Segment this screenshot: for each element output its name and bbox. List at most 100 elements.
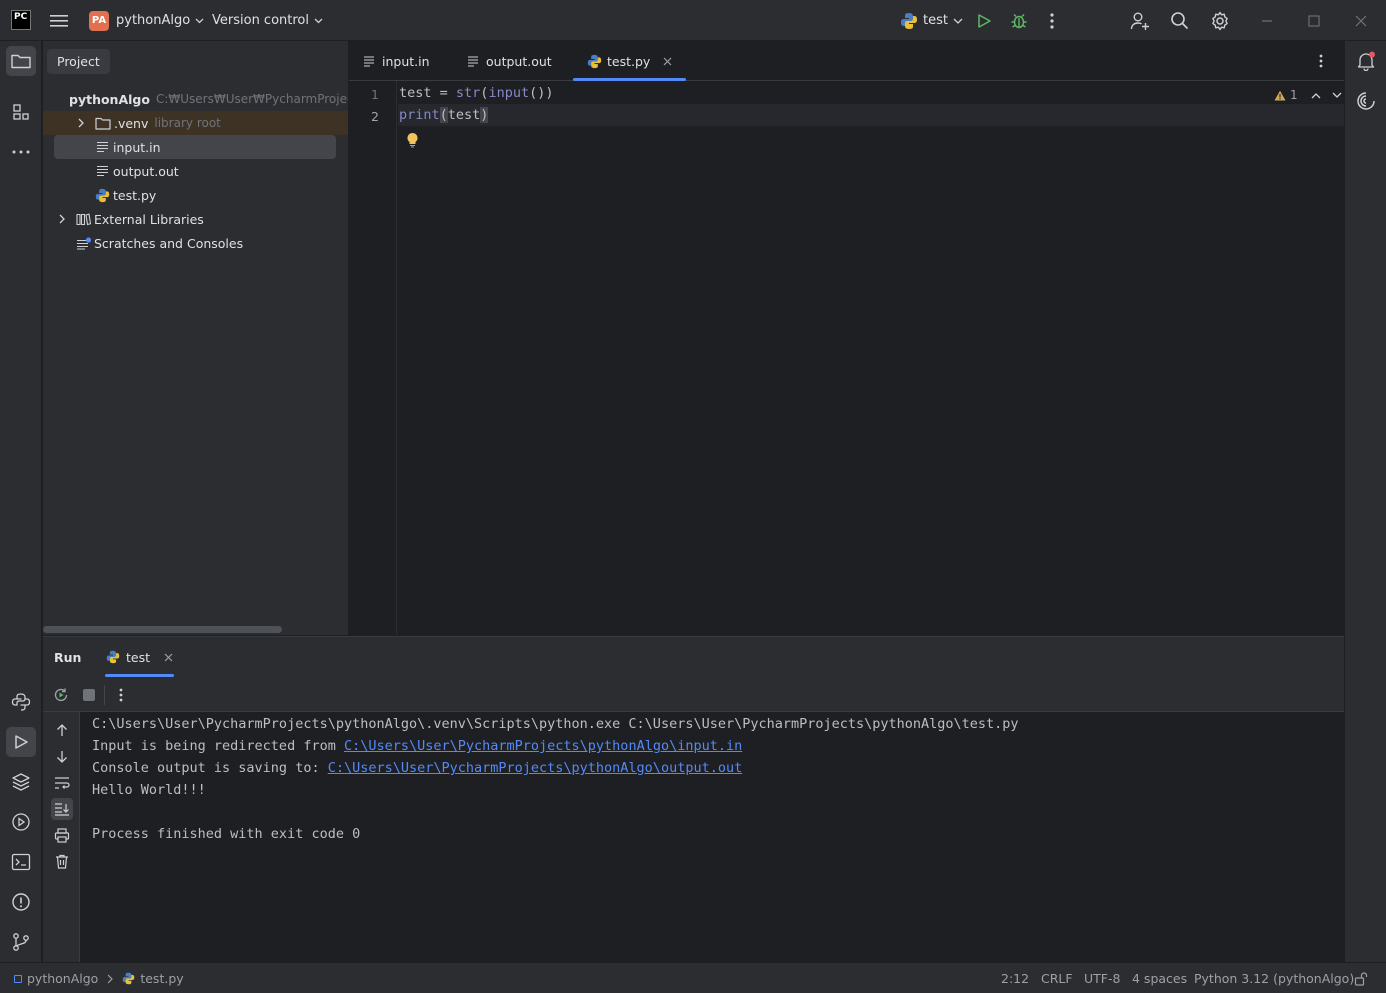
tree-item-output-out[interactable]: output.out — [43, 159, 348, 183]
tree-item-scratches[interactable]: Scratches and Consoles — [43, 231, 348, 255]
scroll-to-end-button[interactable] — [51, 798, 73, 820]
close-tab-icon[interactable] — [663, 57, 672, 66]
run-tab-label: test — [125, 649, 150, 665]
version-control-menu[interactable]: Version control — [212, 0, 323, 41]
chevron-down-icon — [195, 18, 204, 23]
services-tool-button[interactable] — [6, 807, 36, 837]
maximize-button[interactable] — [1308, 0, 1320, 41]
maximize-icon — [1308, 14, 1320, 27]
run-button[interactable] — [976, 0, 992, 41]
code-editor[interactable]: test = str(input()) print(test) 1 — [398, 81, 1344, 635]
tree-item-label: pythonAlgo — [69, 91, 150, 107]
tree-item-input-in[interactable]: input.in — [43, 135, 348, 159]
search-icon — [1171, 12, 1189, 30]
run-more-button[interactable] — [119, 688, 123, 702]
project-switcher[interactable]: PA pythonAlgo — [89, 0, 204, 41]
close-tab-icon[interactable] — [164, 653, 173, 662]
python-packages-button[interactable] — [6, 687, 36, 717]
problems-tool-button[interactable] — [6, 887, 36, 917]
minimize-button[interactable] — [1261, 0, 1273, 41]
read-only-toggle[interactable] — [1354, 963, 1368, 993]
run-header: Run test — [43, 637, 1344, 677]
tree-item-label: input.in — [113, 139, 161, 155]
next-highlight-icon[interactable] — [1332, 92, 1342, 99]
code-with-me-button[interactable] — [1130, 0, 1150, 41]
code-line-2: print(test) — [398, 104, 1344, 126]
tab-input-in[interactable]: input.in — [363, 41, 430, 81]
tree-item-test-py[interactable]: test.py — [43, 183, 348, 207]
python-file-icon — [95, 188, 110, 202]
python-interpreter[interactable]: Python 3.12 (pythonAlgo) — [1194, 963, 1354, 993]
caret-position[interactable]: 2:12 — [1001, 963, 1029, 993]
tab-options-button[interactable] — [1319, 41, 1323, 81]
line-separator[interactable]: CRLF — [1041, 963, 1073, 993]
notifications-button[interactable] — [1351, 46, 1381, 76]
git-tool-button[interactable] — [6, 927, 36, 957]
tree-item-pythonalgo[interactable]: pythonAlgo C:₩Users₩User₩PycharmProjects… — [43, 87, 348, 111]
print-button[interactable] — [51, 824, 73, 846]
terminal-tool-button[interactable] — [6, 847, 36, 877]
version-control-label: Version control — [212, 13, 309, 28]
python-icon — [901, 12, 917, 29]
console-line-output-saving: Console output is saving to: C:\Users\Us… — [92, 760, 743, 776]
bell-icon — [1357, 51, 1375, 71]
output-file-link[interactable]: C:\Users\User\PycharmProjects\pythonAlgo… — [328, 760, 743, 776]
scroll-up-button[interactable] — [51, 719, 73, 741]
more-icon — [1050, 12, 1054, 29]
search-button[interactable] — [1170, 0, 1189, 41]
breadcrumb-project[interactable]: pythonAlgo — [27, 971, 98, 986]
input-file-link[interactable]: C:\Users\User\PycharmProjects\pythonAlgo… — [344, 738, 742, 754]
editor-tabs-bar: input.in output.out test.py — [349, 41, 1344, 81]
run-tool-button[interactable] — [6, 727, 36, 757]
ai-assistant-button[interactable] — [1351, 86, 1381, 116]
chevron-right-icon[interactable] — [57, 214, 67, 224]
text-file-icon — [97, 165, 108, 177]
horizontal-scrollbar[interactable] — [43, 626, 282, 633]
stop-button[interactable] — [83, 689, 95, 701]
main-menu-button[interactable] — [50, 0, 68, 41]
project-view-tab[interactable]: Project — [47, 48, 110, 74]
minimize-icon — [1262, 19, 1272, 22]
tree-item-venv[interactable]: .venv library root — [43, 111, 348, 135]
chevron-right-icon[interactable] — [76, 118, 86, 128]
scroll-down-button[interactable] — [51, 746, 73, 768]
tab-output-out[interactable]: output.out — [467, 41, 552, 81]
run-tab-test[interactable]: test — [105, 637, 174, 677]
indent-settings[interactable]: 4 spaces — [1132, 963, 1187, 993]
chevron-down-icon — [953, 18, 963, 24]
previous-highlight-icon[interactable] — [1311, 92, 1321, 99]
clear-console-button[interactable] — [51, 850, 73, 872]
module-icon — [14, 974, 22, 983]
soft-wrap-button[interactable] — [51, 772, 73, 794]
rerun-icon — [54, 688, 68, 702]
structure-tool-button[interactable] — [6, 97, 36, 127]
rerun-button[interactable] — [53, 687, 69, 703]
run-config-selector[interactable]: test — [900, 0, 963, 41]
console-output[interactable]: C:\Users\User\PycharmProjects\pythonAlgo… — [80, 712, 1344, 963]
breadcrumb: pythonAlgo test.py — [14, 963, 184, 993]
tree-item-external-libraries[interactable]: External Libraries — [43, 207, 348, 231]
intention-bulb[interactable] — [406, 132, 419, 148]
more-tools-button[interactable] — [6, 137, 36, 167]
breadcrumb-file[interactable]: test.py — [140, 971, 183, 986]
inspection-widget[interactable]: 1 — [1274, 88, 1342, 102]
layers-tool-button[interactable] — [6, 767, 36, 797]
tree-item-label: test.py — [113, 187, 157, 203]
ai-assistant-icon — [1357, 92, 1375, 110]
run-icon — [15, 735, 28, 749]
close-window-button[interactable] — [1355, 0, 1367, 41]
code-line-1: test = str(input()) — [399, 85, 554, 101]
file-encoding[interactable]: UTF-8 — [1084, 963, 1120, 993]
trash-icon — [56, 854, 68, 869]
library-icon — [76, 213, 91, 225]
tab-test-py[interactable]: test.py — [573, 41, 687, 81]
terminal-icon — [11, 853, 31, 871]
settings-button[interactable] — [1210, 0, 1230, 41]
line-number-gutter: 1 2 — [349, 81, 397, 635]
more-actions-button[interactable] — [1050, 0, 1054, 41]
lightbulb-icon — [407, 133, 418, 148]
debug-button[interactable] — [1010, 0, 1028, 41]
project-tool-button[interactable] — [6, 46, 36, 76]
python-file-icon — [587, 54, 602, 68]
close-icon — [1355, 15, 1367, 26]
